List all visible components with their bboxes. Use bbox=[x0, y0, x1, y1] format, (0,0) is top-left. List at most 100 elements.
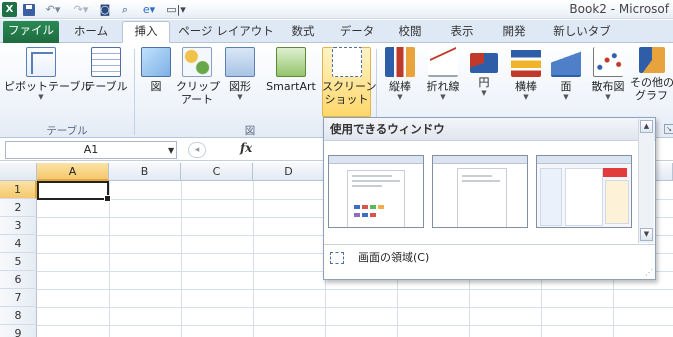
screen-clipping-menu-item[interactable]: 画面の領域(C) bbox=[324, 248, 655, 268]
select-all-corner[interactable] bbox=[0, 163, 37, 181]
pie-chart-button[interactable]: 円 ▼ bbox=[468, 47, 500, 98]
chevron-down-icon[interactable]: ▼ bbox=[168, 146, 174, 155]
thumbnail-scrollbar[interactable]: ▲ ▼ bbox=[638, 119, 654, 243]
row-header[interactable]: 2 bbox=[0, 199, 37, 217]
grid-line bbox=[37, 325, 673, 326]
other-charts-icon bbox=[638, 47, 665, 73]
save-icon[interactable] bbox=[22, 2, 35, 17]
chevron-down-icon: ▼ bbox=[237, 93, 243, 101]
window-thumbnail[interactable] bbox=[328, 155, 424, 228]
bar-chart-label: 横棒 bbox=[515, 80, 537, 93]
pie-chart-label: 円 bbox=[478, 76, 490, 89]
row-header[interactable]: 6 bbox=[0, 271, 37, 289]
scatter-chart-icon bbox=[593, 47, 623, 77]
tab-insert[interactable]: 挿入 bbox=[122, 21, 170, 43]
column-header[interactable]: D bbox=[253, 163, 325, 181]
column-chart-icon bbox=[385, 47, 415, 77]
shapes-button[interactable]: 図形 ▼ bbox=[222, 47, 258, 102]
scroll-up-icon[interactable]: ▲ bbox=[640, 120, 653, 133]
print-preview-icon[interactable]: ⌕ bbox=[118, 2, 132, 17]
name-box[interactable]: A1 bbox=[5, 141, 177, 159]
column-header[interactable]: A bbox=[37, 163, 109, 181]
ribbon-tabs: ファイル ホーム 挿入 ページ レイアウト 数式 データ 校閲 表示 開発 新し… bbox=[0, 20, 673, 43]
dialog-launcher-icon[interactable]: ↘ bbox=[664, 124, 673, 134]
grid-line bbox=[253, 181, 254, 337]
chevron-down-icon: ▼ bbox=[38, 93, 44, 101]
smartart-icon bbox=[276, 47, 306, 77]
screenshot-button[interactable]: スクリーン ショット bbox=[322, 47, 376, 106]
excel-app-icon[interactable]: X bbox=[2, 2, 17, 17]
chevron-down-icon: ▼ bbox=[481, 89, 487, 97]
formula-options-icon[interactable]: ◂ bbox=[188, 142, 206, 158]
area-chart-icon bbox=[551, 47, 581, 77]
area-chart-button[interactable]: 面 ▼ bbox=[550, 47, 582, 102]
tab-home[interactable]: ホーム bbox=[64, 22, 118, 42]
tab-view[interactable]: 表示 bbox=[440, 22, 484, 42]
grid-line bbox=[109, 181, 110, 337]
bar-chart-button[interactable]: 横棒 ▼ bbox=[506, 47, 546, 102]
window-thumbnail[interactable] bbox=[536, 155, 632, 228]
row-header[interactable]: 5 bbox=[0, 253, 37, 271]
other-charts-button[interactable]: その他の グラフ bbox=[630, 47, 673, 102]
column-chart-button[interactable]: 縦棒 ▼ bbox=[382, 47, 418, 102]
line-chart-button[interactable]: 折れ線 ▼ bbox=[422, 47, 464, 102]
chevron-down-icon: ▼ bbox=[440, 93, 446, 101]
row-header[interactable]: 7 bbox=[0, 289, 37, 307]
clip-art-button[interactable]: クリップ アート bbox=[176, 47, 220, 106]
redo-icon[interactable]: ↷▾ bbox=[70, 2, 92, 17]
active-cell-a1[interactable] bbox=[37, 181, 111, 202]
other-charts-label-2: グラフ bbox=[635, 89, 668, 102]
row-header[interactable]: 9 bbox=[0, 325, 37, 337]
ie-icon[interactable]: e▾ bbox=[138, 2, 160, 17]
tab-file[interactable]: ファイル bbox=[3, 21, 59, 43]
pivot-table-label: ピボットテーブル bbox=[4, 80, 92, 93]
scatter-chart-button[interactable]: 散布図 ▼ bbox=[588, 47, 628, 102]
shapes-label: 図形 bbox=[229, 80, 251, 93]
chevron-down-icon: ▼ bbox=[523, 93, 529, 101]
row-header[interactable]: 1 bbox=[0, 181, 37, 199]
available-windows-header: 使用できるウィンドウ bbox=[324, 118, 655, 141]
pie-chart-icon bbox=[470, 53, 498, 73]
window-thumbnail[interactable] bbox=[432, 155, 528, 228]
picture-button[interactable]: 図 bbox=[140, 47, 172, 93]
group-divider bbox=[134, 49, 135, 135]
table-button[interactable]: テーブル bbox=[82, 47, 130, 93]
tab-new[interactable]: 新しいタブ bbox=[546, 22, 618, 42]
camera-icon[interactable]: ◙ bbox=[98, 2, 112, 17]
smartart-label: SmartArt bbox=[266, 80, 316, 93]
shapes-icon bbox=[225, 47, 255, 77]
smartart-button[interactable]: SmartArt bbox=[262, 47, 320, 93]
pivot-table-button[interactable]: ピボットテーブル ▼ bbox=[4, 47, 92, 102]
area-chart-label: 面 bbox=[560, 80, 572, 93]
title-bar: X ↶▾ ↷▾ ◙ ⌕ e▾ ▭|▾ Book2 - Microsof bbox=[0, 0, 673, 19]
menu-divider bbox=[324, 244, 655, 245]
tab-data[interactable]: データ bbox=[332, 22, 382, 42]
fx-icon[interactable]: fx bbox=[240, 141, 252, 155]
customize-quick-access-icon[interactable]: ▭|▾ bbox=[166, 2, 186, 17]
grid-line bbox=[37, 307, 673, 308]
row-header[interactable]: 8 bbox=[0, 307, 37, 325]
column-chart-label: 縦棒 bbox=[389, 80, 411, 93]
screen-clipping-label: 画面の領域(C) bbox=[358, 251, 430, 264]
tab-review[interactable]: 校閲 bbox=[388, 22, 432, 42]
picture-label: 図 bbox=[150, 80, 162, 93]
line-chart-label: 折れ線 bbox=[426, 80, 460, 93]
scroll-down-icon[interactable]: ▼ bbox=[640, 228, 653, 241]
line-chart-icon bbox=[428, 47, 458, 77]
other-charts-label-1: その他の bbox=[630, 76, 673, 89]
grid-line bbox=[37, 289, 673, 290]
column-header[interactable]: B bbox=[109, 163, 181, 181]
column-header[interactable]: C bbox=[181, 163, 253, 181]
resize-grip-icon[interactable]: ⋰ bbox=[645, 268, 653, 277]
undo-icon[interactable]: ↶▾ bbox=[42, 2, 64, 17]
clip-art-label-2: アート bbox=[180, 93, 214, 106]
row-header[interactable]: 3 bbox=[0, 217, 37, 235]
tab-developer[interactable]: 開発 bbox=[492, 22, 536, 42]
tab-formulas[interactable]: 数式 bbox=[280, 22, 326, 42]
table-icon bbox=[91, 47, 121, 77]
tab-page-layout[interactable]: ページ レイアウト bbox=[176, 22, 276, 42]
window-title: Book2 - Microsof bbox=[569, 2, 669, 16]
pivot-table-icon bbox=[26, 47, 56, 77]
group-tables-label: テーブル bbox=[46, 125, 88, 137]
row-header[interactable]: 4 bbox=[0, 235, 37, 253]
